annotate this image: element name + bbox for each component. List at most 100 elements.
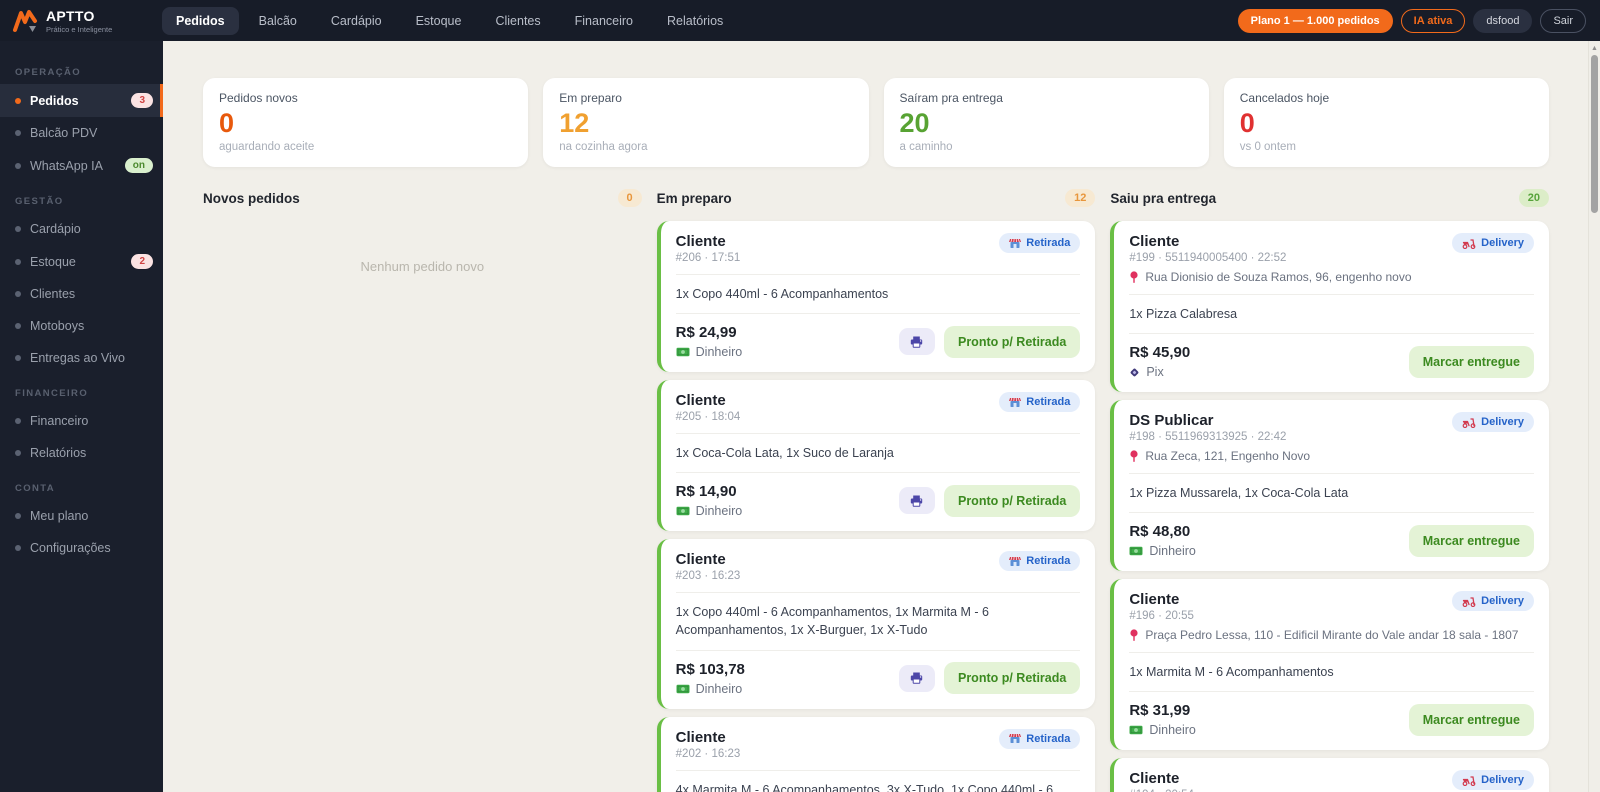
topnav-item-balcao[interactable]: Balcão	[245, 7, 311, 35]
sidebar-item-whatsapp-ia[interactable]: WhatsApp IA on	[0, 149, 163, 182]
column-count-badge: 0	[617, 189, 642, 208]
print-order-button[interactable]	[898, 487, 935, 515]
bullet-dot-icon	[15, 323, 21, 329]
printer-icon	[910, 495, 923, 507]
order-action-button[interactable]: Marcar entregue	[1408, 345, 1534, 378]
order-type-label: Delivery	[1481, 237, 1524, 250]
topnav-item-financeiro[interactable]: Financeiro	[561, 7, 647, 35]
board-column: Novos pedidos 0 Nenhum pedido novo	[203, 189, 642, 792]
sidebar-item-label: Clientes	[30, 287, 76, 301]
account-badge[interactable]: dsfood	[1473, 8, 1533, 33]
storefront-icon	[1009, 733, 1022, 744]
order-action-button[interactable]: Pronto p/ Retirada	[943, 484, 1081, 517]
sidebar-item-balcao-pdv[interactable]: Balcão PDV	[0, 117, 163, 149]
topnav-item-estoque[interactable]: Estoque	[402, 7, 476, 35]
payment-label: Dinheiro	[695, 504, 743, 519]
logout-button[interactable]: Sair	[1540, 8, 1586, 33]
bullet-dot-icon	[15, 130, 21, 136]
order-card[interactable]: Cliente #205 · 18:04 Retirada 1x Coca-Co…	[656, 380, 1096, 532]
payment-label: Dinheiro	[1149, 544, 1196, 559]
scooter-icon	[1462, 596, 1476, 607]
stat-value: 0	[219, 108, 235, 138]
topnav-item-clientes[interactable]: Clientes	[481, 7, 554, 35]
topnav-item-cardapio[interactable]: Cardápio	[317, 7, 396, 35]
print-order-button[interactable]	[898, 664, 935, 692]
order-type-badge: Retirada	[999, 728, 1081, 749]
customer-name: DS Publicar	[1129, 412, 1214, 430]
orders-board: Novos pedidos 0 Nenhum pedido novo Em pr…	[203, 189, 1549, 792]
stat-label: Cancelados hoje	[1239, 91, 1330, 105]
cash-icon	[676, 347, 690, 357]
sidebar-item-meu-plano[interactable]: Meu plano	[0, 500, 163, 532]
print-order-button[interactable]	[898, 328, 935, 356]
storefront-icon	[1009, 238, 1022, 249]
address-text: Rua Dionisio de Souza Ramos, 96, engenho…	[1145, 270, 1412, 285]
address-text: Praça Pedro Lessa, 110 - Edificil Mirant…	[1145, 628, 1519, 643]
order-card[interactable]: Cliente #202 · 16:23 Retirada 4x Marmita…	[656, 716, 1096, 792]
payment-label: Pix	[1146, 365, 1164, 380]
order-card[interactable]: Cliente #196 · 20:55 Delivery Praça Pedr…	[1110, 579, 1549, 751]
order-type-badge: Delivery	[1452, 591, 1534, 612]
order-action-button[interactable]: Pronto p/ Retirada	[943, 325, 1081, 358]
sidebar-section-title: CONTA	[15, 483, 56, 494]
stat-card: Saíram pra entrega 20 a caminho	[883, 78, 1209, 168]
order-card[interactable]: Cliente #194 · 20:54	[1110, 758, 1549, 792]
sidebar-section: GESTÃO Cardápio Estoque 2 Clientes Motob…	[0, 196, 163, 374]
order-type-badge: Retirada	[999, 392, 1081, 413]
brand-tagline: Prático e Inteligente	[46, 24, 113, 34]
sidebar-section: CONTA Meu plano Configurações	[0, 483, 163, 564]
customer-name: Cliente	[675, 233, 726, 251]
bullet-dot-icon	[15, 97, 21, 104]
top-navigation: Pedidos Balcão Cardápio Estoque Clientes Fina…	[162, 6, 737, 35]
order-total: R$ 45,90	[1129, 344, 1191, 362]
order-action-button[interactable]: Marcar entregue	[1408, 703, 1534, 736]
order-total: R$ 31,99	[1129, 702, 1191, 720]
topnav-item-pedidos[interactable]: Pedidos	[162, 6, 239, 35]
sidebar-item-clientes[interactable]: Clientes	[0, 278, 163, 310]
order-action-button[interactable]: Pronto p/ Retirada	[943, 662, 1081, 695]
delivery-address: Rua Zeca, 121, Engenho Novo	[1129, 449, 1534, 463]
order-items: 1x Marmita M - 6 Acompanhamentos	[1129, 665, 1334, 680]
customer-name: Cliente	[675, 392, 726, 410]
payment-method: Dinheiro	[676, 682, 745, 696]
order-card[interactable]: Cliente #206 · 17:51 Retirada 1x Copo 44…	[656, 221, 1096, 373]
order-card[interactable]: Cliente #203 · 16:23 Retirada 1x Copo 44…	[656, 539, 1096, 709]
topbar: APTTO Prático e Inteligente Pedidos Balcã…	[0, 0, 1600, 41]
sidebar-item-cardapio[interactable]: Cardápio	[0, 213, 163, 245]
topnav-item-relatorios[interactable]: Relatórios	[653, 7, 737, 35]
sidebar-item-label: Balcão PDV	[30, 126, 98, 140]
sidebar-section: OPERAÇÃO Pedidos 3 Balcão PDV WhatsApp I…	[0, 67, 163, 182]
sidebar-item-label: Motoboys	[30, 319, 85, 333]
order-card[interactable]: DS Publicar #198 · 5511969313925 · 22:42	[1110, 400, 1549, 572]
payment-label: Dinheiro	[1149, 723, 1196, 738]
sidebar-item-financeiro[interactable]: Financeiro	[0, 405, 163, 437]
sidebar-item-label: Meu plano	[30, 509, 89, 523]
address-text: Rua Zeca, 121, Engenho Novo	[1145, 449, 1311, 464]
sidebar-item-relatorios[interactable]: Relatórios	[0, 437, 163, 469]
sidebar-item-configuracoes[interactable]: Configurações	[0, 532, 163, 564]
sidebar-item-estoque[interactable]: Estoque 2	[0, 245, 163, 278]
bullet-dot-icon	[15, 418, 21, 424]
sidebar-section-title: OPERAÇÃO	[15, 67, 82, 78]
order-type-badge: Delivery	[1452, 770, 1534, 791]
delivery-address: Rua Dionisio de Souza Ramos, 96, engenho…	[1129, 270, 1534, 284]
sidebar-item-motoboys[interactable]: Motoboys	[0, 310, 163, 342]
sidebar-item-entregas-ao-vivo[interactable]: Entregas ao Vivo	[0, 342, 163, 374]
sidebar-item-pedidos[interactable]: Pedidos 3	[0, 84, 163, 117]
plan-badge[interactable]: Plano 1 — 1.000 pedidos	[1237, 8, 1393, 33]
topbar-right: Plano 1 — 1.000 pedidos IA ativa dsfood …	[1237, 8, 1586, 33]
order-type-label: Delivery	[1481, 595, 1524, 608]
vertical-scrollbar[interactable]: ▲	[1588, 41, 1600, 792]
ia-status-badge[interactable]: IA ativa	[1400, 8, 1466, 33]
scrollbar-up-arrow[interactable]: ▲	[1589, 41, 1600, 52]
main-content: Pedidos novos 0 aguardando aceite Em pre…	[163, 41, 1600, 792]
order-type-label: Retirada	[1026, 396, 1071, 409]
order-meta: #203 · 16:23	[675, 570, 741, 583]
order-action-button[interactable]: Marcar entregue	[1408, 524, 1534, 557]
order-items: 1x Pizza Calabresa	[1129, 307, 1238, 322]
order-card[interactable]: Cliente #199 · 5511940005400 · 22:52 Del…	[1110, 221, 1549, 393]
printer-icon	[910, 672, 923, 684]
payment-label: Dinheiro	[695, 681, 743, 696]
stat-subtext: vs 0 ontem	[1239, 141, 1296, 154]
scrollbar-thumb[interactable]	[1591, 55, 1598, 213]
